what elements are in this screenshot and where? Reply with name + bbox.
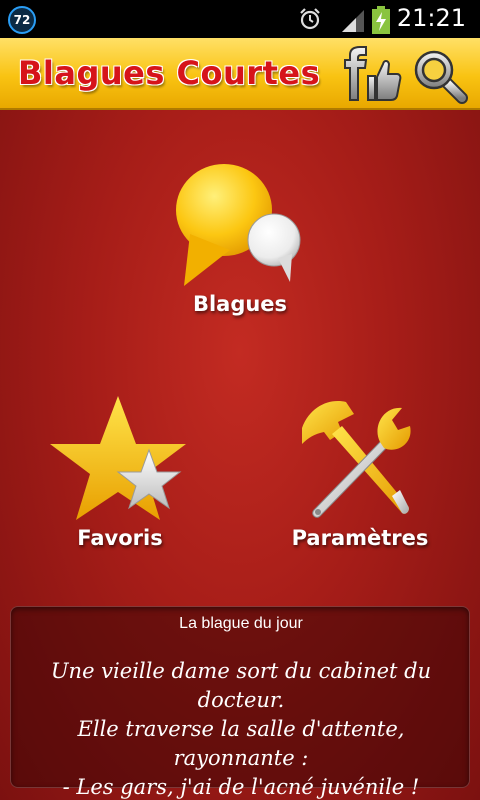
parametres-button[interactable]: Paramètres	[280, 392, 440, 552]
blagues-button[interactable]: Blagues	[160, 154, 320, 324]
facebook-like-button[interactable]	[342, 46, 402, 104]
search-icon	[414, 50, 468, 104]
joke-line: Elle traverse la salle d'attente, rayonn…	[77, 717, 405, 770]
facebook-like-icon	[344, 46, 402, 101]
favoris-button[interactable]: Favoris	[40, 392, 200, 552]
joke-line: Une vieille dame sort du cabinet du doct…	[50, 659, 432, 712]
app-header: Blagues Courtes	[0, 38, 480, 110]
search-button[interactable]	[410, 46, 470, 104]
alarm-icon	[300, 8, 320, 30]
favoris-label: Favoris	[77, 526, 163, 550]
joke-of-the-day-panel[interactable]: La blague du jour Une vieille dame sort …	[10, 606, 470, 799]
tools-icon	[302, 401, 411, 518]
parametres-label: Paramètres	[291, 526, 429, 550]
notification-badge: 72	[8, 6, 36, 34]
joke-line: - Les gars, j'ai de l'acné juvénile !	[62, 775, 420, 799]
blagues-label: Blagues	[192, 292, 288, 316]
battery-charging-icon	[372, 6, 390, 34]
main-menu: Blagues Favoris Paramètres La blague du …	[0, 110, 480, 800]
speech-bubbles-icon	[176, 164, 301, 286]
signal-icon	[342, 10, 364, 32]
stars-icon	[50, 396, 186, 520]
joke-of-the-day-title: La blague du jour	[179, 615, 303, 632]
status-bar: 72 21:21	[0, 0, 480, 38]
app-title: Blagues Courtes	[18, 54, 321, 92]
clock: 21:21	[396, 4, 466, 32]
joke-text: Une vieille dame sort du cabinet du doct…	[21, 657, 461, 800]
